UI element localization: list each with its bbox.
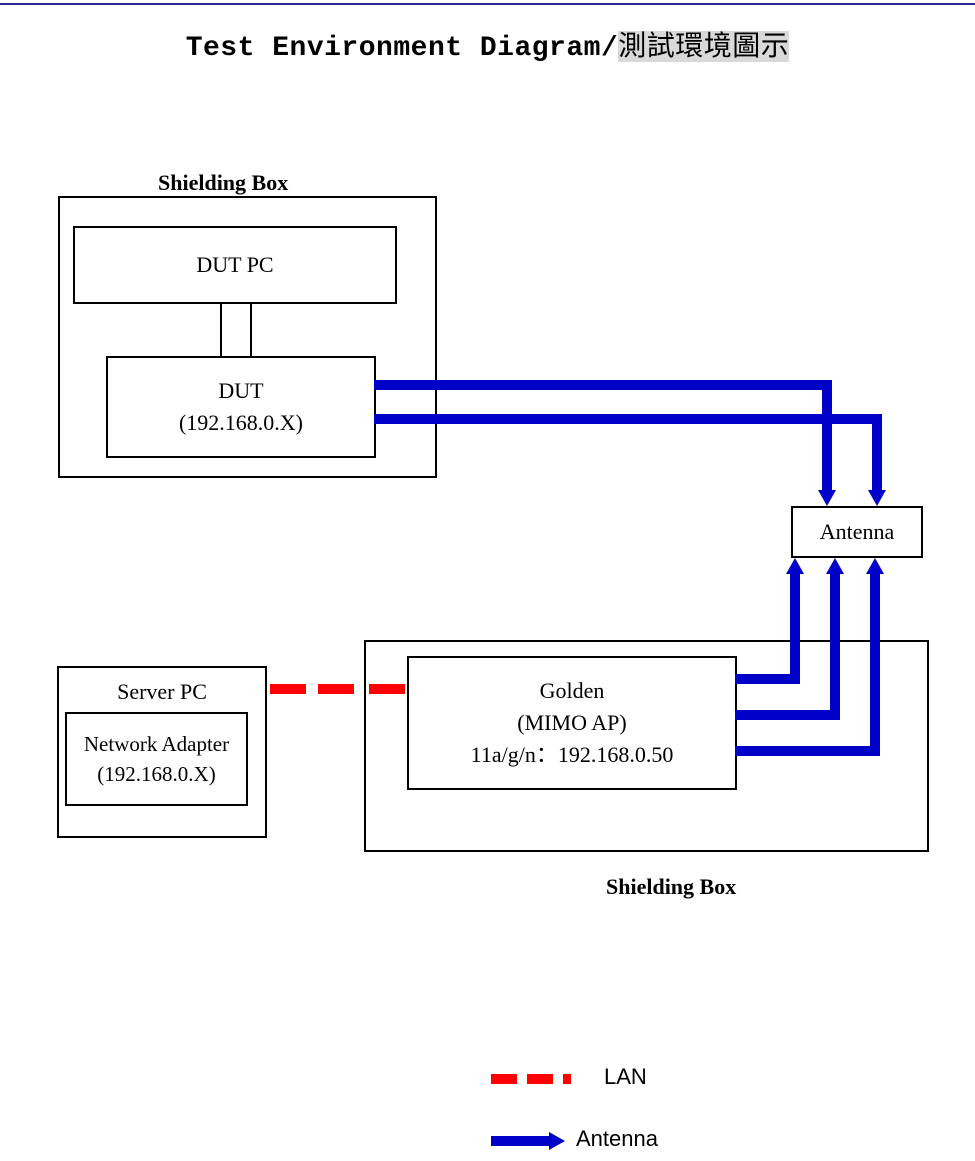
- ant-line-a-h: [374, 380, 832, 390]
- adapter-line1: Network Adapter: [67, 729, 246, 759]
- legend-lan-label: LAN: [604, 1064, 647, 1090]
- ant-line-a-v: [822, 380, 832, 492]
- ant-line-e-v: [870, 572, 880, 756]
- title-en: Test Environment Diagram/: [186, 33, 619, 64]
- golden-line3: 11a/g/n：192.168.0.50: [409, 739, 735, 771]
- lan-dash-2: [318, 684, 354, 694]
- antenna-label: Antenna: [793, 516, 921, 548]
- dut-pc-label: DUT PC: [75, 249, 395, 281]
- legend-ant-line: [491, 1136, 551, 1146]
- top-rule: [0, 3, 975, 5]
- shield1-label: Shielding Box: [158, 170, 288, 196]
- shield2-label: Shielding Box: [606, 874, 736, 900]
- dutpc-dut-connector: [220, 302, 252, 358]
- dut-line2: (192.168.0.X): [108, 407, 374, 439]
- ant-line-a-arrow: [818, 490, 836, 506]
- legend-antenna-label: Antenna: [576, 1126, 658, 1152]
- diagram-canvas: Test Environment Diagram/測試環境圖示 Shieldin…: [0, 0, 975, 1161]
- dut-pc-box: DUT PC: [73, 226, 397, 304]
- golden-line1: Golden: [409, 675, 735, 707]
- golden-box: Golden (MIMO AP) 11a/g/n：192.168.0.50: [407, 656, 737, 790]
- ant-line-e-h: [735, 746, 880, 756]
- dut-box: DUT (192.168.0.X): [106, 356, 376, 458]
- legend-lan-dash-1: [491, 1074, 517, 1084]
- legend-ant-arrow: [549, 1132, 565, 1150]
- lan-dash-1: [270, 684, 306, 694]
- server-pc-label: Server PC: [59, 676, 265, 708]
- ant-line-c-arrow: [786, 558, 804, 574]
- ant-line-b-v: [872, 414, 882, 492]
- adapter-line2: (192.168.0.X): [67, 759, 246, 789]
- dut-line1: DUT: [108, 375, 374, 407]
- lan-dash-3: [369, 684, 405, 694]
- ant-line-d-arrow: [826, 558, 844, 574]
- legend-lan-dash-2: [527, 1074, 553, 1084]
- antenna-box: Antenna: [791, 506, 923, 558]
- ant-line-b-h: [374, 414, 882, 424]
- ant-line-c-v: [790, 572, 800, 684]
- page-title: Test Environment Diagram/測試環境圖示: [0, 24, 975, 64]
- legend-lan-dash-3: [563, 1074, 571, 1084]
- ant-line-b-arrow: [868, 490, 886, 506]
- ant-line-e-arrow: [866, 558, 884, 574]
- ant-line-d-v: [830, 572, 840, 720]
- ant-line-d-h: [735, 710, 840, 720]
- network-adapter-box: Network Adapter (192.168.0.X): [65, 712, 248, 806]
- title-zh: 測試環境圖示: [618, 31, 789, 62]
- golden-line2: (MIMO AP): [409, 707, 735, 739]
